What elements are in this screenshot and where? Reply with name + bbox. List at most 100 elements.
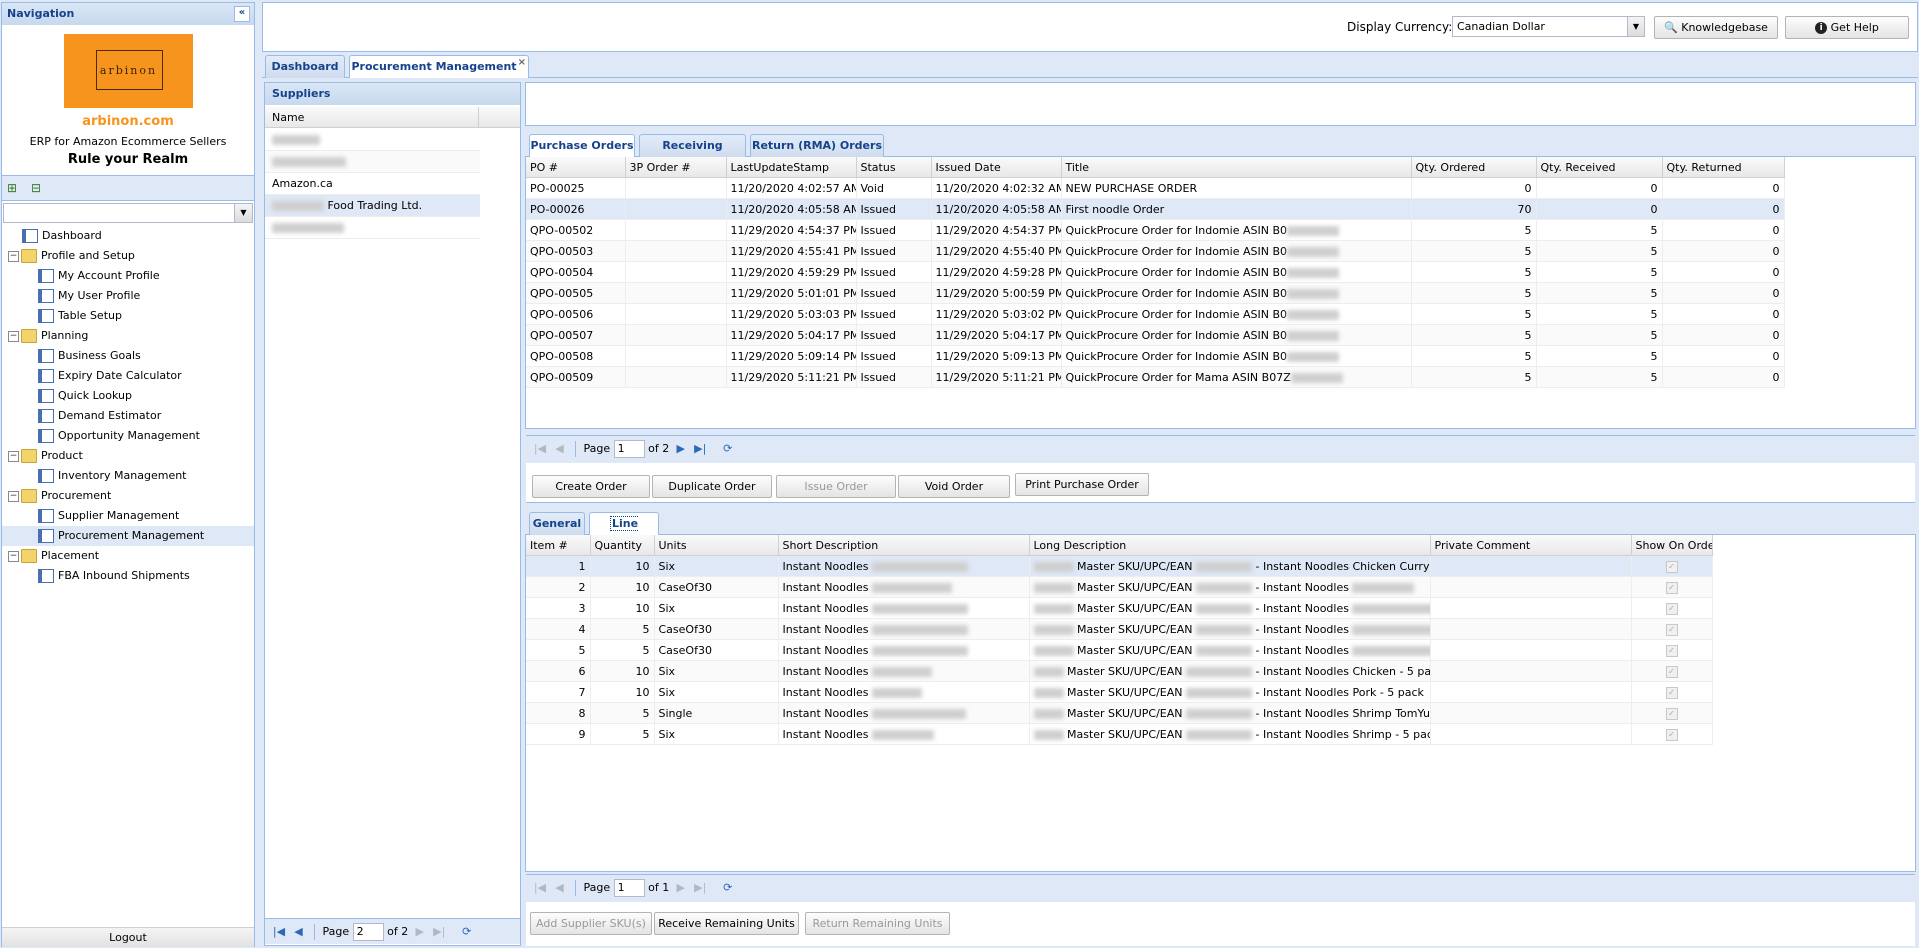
nav-item-expiry-date-calculator[interactable]: Expiry Date Calculator	[2, 366, 254, 386]
nav-item-procurement[interactable]: − Procurement	[2, 486, 254, 506]
tab-dashboard[interactable]: Dashboard	[265, 55, 345, 78]
duplicate-order-button[interactable]: Duplicate Order	[652, 475, 772, 498]
show-on-order-checkbox[interactable]: ✓	[1665, 686, 1678, 699]
nav-item-opportunity-management[interactable]: Opportunity Management	[2, 426, 254, 446]
refresh-icon[interactable]: ⟳	[720, 875, 736, 901]
order-row[interactable]: QPO-00508 11/29/2020 5:09:14 PM Issued 11/2…	[526, 345, 1785, 367]
column-header[interactable]: Item #	[526, 535, 591, 556]
tab-purchase-orders[interactable]: Purchase Orders	[529, 134, 635, 157]
line-item-row[interactable]: 8 5 Single Instant Noodles Master SKU/UPC/E…	[526, 702, 1713, 724]
line-item-row[interactable]: 9 5 Six Instant Noodles Master SKU/UPC/EAN …	[526, 723, 1713, 745]
page-input[interactable]: 1	[613, 879, 645, 897]
prev-page-icon[interactable]: ◀	[552, 875, 568, 901]
line-item-row[interactable]: 4 5 CaseOf30 Instant Noodles Master SKU/UPC…	[526, 618, 1713, 640]
column-header[interactable]: Qty. Received	[1536, 157, 1663, 178]
column-header[interactable]: LastUpdateStamp	[726, 157, 857, 178]
private-comment-cell[interactable]	[1430, 597, 1632, 619]
column-header[interactable]: Private Comment	[1430, 535, 1632, 556]
return-remaining-units-button[interactable]: Return Remaining Units	[805, 912, 950, 935]
column-header[interactable]: Units	[654, 535, 779, 556]
column-header[interactable]: 3P Order #	[625, 157, 727, 178]
nav-item-fba-inbound-shipments[interactable]: FBA Inbound Shipments	[2, 566, 254, 586]
first-page-icon[interactable]: |◀	[532, 436, 548, 462]
supplier-row[interactable]	[265, 129, 480, 151]
nav-item-demand-estimator[interactable]: Demand Estimator	[2, 406, 254, 426]
order-row[interactable]: QPO-00507 11/29/2020 5:04:17 PM Issued 11/2…	[526, 324, 1785, 346]
column-header[interactable]: Show On Orde	[1631, 535, 1713, 556]
column-header[interactable]: Issued Date	[931, 157, 1062, 178]
show-on-order-checkbox[interactable]: ✓	[1665, 728, 1678, 741]
get-help-button[interactable]: i Get Help	[1785, 16, 1909, 39]
logout-button[interactable]: Logout	[109, 931, 147, 944]
nav-item-supplier-management[interactable]: Supplier Management	[2, 506, 254, 526]
refresh-icon[interactable]: ⟳	[720, 436, 736, 462]
void-order-button[interactable]: Void Order	[898, 475, 1010, 498]
nav-filter-combo[interactable]: ▼	[3, 203, 253, 223]
add-supplier-sku-button[interactable]: Add Supplier SKU(s)	[530, 912, 652, 935]
show-on-order-checkbox[interactable]: ✓	[1665, 707, 1678, 720]
nav-item-table-setup[interactable]: Table Setup	[2, 306, 254, 326]
last-page-icon[interactable]: ▶|	[431, 919, 447, 945]
order-row[interactable]: QPO-00503 11/29/2020 4:55:41 PM Issued 11/2…	[526, 240, 1785, 262]
last-page-icon[interactable]: ▶|	[692, 436, 708, 462]
private-comment-cell[interactable]	[1430, 723, 1632, 745]
knowledgebase-button[interactable]: 🔍 Knowledgebase	[1654, 16, 1778, 39]
nav-item-planning[interactable]: − Planning	[2, 326, 254, 346]
line-item-row[interactable]: 7 10 Six Instant Noodles Master SKU/UPC/EAN…	[526, 681, 1713, 703]
tab-line-items[interactable]: Line Items	[589, 512, 659, 553]
tab-receiving-orders[interactable]: Receiving Orders	[639, 134, 746, 174]
collapse-node-icon[interactable]: −	[8, 250, 19, 262]
column-header[interactable]: Qty. Ordered	[1411, 157, 1537, 178]
first-page-icon[interactable]: |◀	[271, 919, 287, 945]
page-input[interactable]: 1	[613, 440, 645, 458]
issue-order-button[interactable]: Issue Order	[776, 475, 896, 498]
show-on-order-checkbox[interactable]: ✓	[1665, 665, 1678, 678]
private-comment-cell[interactable]	[1430, 681, 1632, 703]
order-row[interactable]: QPO-00505 11/29/2020 5:01:01 PM Issued 11/2…	[526, 282, 1785, 304]
nav-item-procurement-management[interactable]: Procurement Management	[2, 526, 254, 546]
first-page-icon[interactable]: |◀	[532, 875, 548, 901]
private-comment-cell[interactable]	[1430, 555, 1632, 577]
supplier-row[interactable]	[265, 217, 480, 239]
line-item-row[interactable]: 1 10 Six Instant Noodles Master SKU/UPC/EAN…	[526, 555, 1713, 577]
prev-page-icon[interactable]: ◀	[552, 436, 568, 462]
supplier-row[interactable]: Amazon.ca	[265, 173, 480, 195]
show-on-order-checkbox[interactable]: ✓	[1665, 560, 1678, 573]
nav-item-dashboard[interactable]: Dashboard	[2, 226, 254, 246]
print-purchase-order-button[interactable]: Print Purchase Order	[1015, 473, 1149, 496]
column-header[interactable]: Status	[856, 157, 932, 178]
show-on-order-checkbox[interactable]: ✓	[1665, 581, 1678, 594]
expand-all-icon[interactable]: ⊞	[7, 181, 21, 195]
private-comment-cell[interactable]	[1430, 660, 1632, 682]
tab-return-orders[interactable]: Return (RMA) Orders	[750, 134, 884, 157]
order-row[interactable]: QPO-00504 11/29/2020 4:59:29 PM Issued 11/2…	[526, 261, 1785, 283]
collapse-node-icon[interactable]: −	[8, 330, 19, 342]
order-row[interactable]: QPO-00506 11/29/2020 5:03:03 PM Issued 11/2…	[526, 303, 1785, 325]
column-header[interactable]: Long Description	[1029, 535, 1431, 556]
prev-page-icon[interactable]: ◀	[291, 919, 307, 945]
line-item-row[interactable]: 5 5 CaseOf30 Instant Noodles Master SKU/UPC…	[526, 639, 1713, 661]
order-row[interactable]: QPO-00502 11/29/2020 4:54:37 PM Issued 11/2…	[526, 219, 1785, 241]
line-item-row[interactable]: 6 10 Six Instant Noodles Master SKU/UPC/EAN…	[526, 660, 1713, 682]
collapse-all-icon[interactable]: ⊟	[31, 181, 45, 195]
next-page-icon[interactable]: ▶	[412, 919, 428, 945]
order-row[interactable]: PO-00025 11/20/2020 4:02:57 AM Void 11/20/2…	[526, 177, 1785, 199]
collapse-node-icon[interactable]: −	[8, 450, 19, 462]
column-header[interactable]: Short Description	[778, 535, 1030, 556]
order-row[interactable]: PO-00026 11/20/2020 4:05:58 AM Issued 11/20…	[526, 198, 1785, 220]
collapse-icon[interactable]: «	[234, 6, 250, 22]
supplier-row[interactable]	[265, 151, 480, 173]
line-item-row[interactable]: 2 10 CaseOf30 Instant Noodles Master SKU/UP…	[526, 576, 1713, 598]
nav-item-placement[interactable]: − Placement	[2, 546, 254, 566]
currency-select[interactable]: Canadian Dollar ▼	[1452, 16, 1645, 37]
receive-remaining-units-button[interactable]: Receive Remaining Units	[654, 912, 799, 935]
nav-item-quick-lookup[interactable]: Quick Lookup	[2, 386, 254, 406]
nav-item-my-account-profile[interactable]: My Account Profile	[2, 266, 254, 286]
chevron-down-icon[interactable]: ▼	[234, 204, 252, 222]
create-order-button[interactable]: Create Order	[532, 475, 650, 498]
show-on-order-checkbox[interactable]: ✓	[1665, 602, 1678, 615]
column-header[interactable]: Qty. Returned	[1662, 157, 1785, 178]
tab-procurement-management[interactable]: Procurement Management ×	[349, 55, 529, 78]
supplier-row[interactable]: Food Trading Ltd.	[265, 195, 480, 217]
nav-item-inventory-management[interactable]: Inventory Management	[2, 466, 254, 486]
